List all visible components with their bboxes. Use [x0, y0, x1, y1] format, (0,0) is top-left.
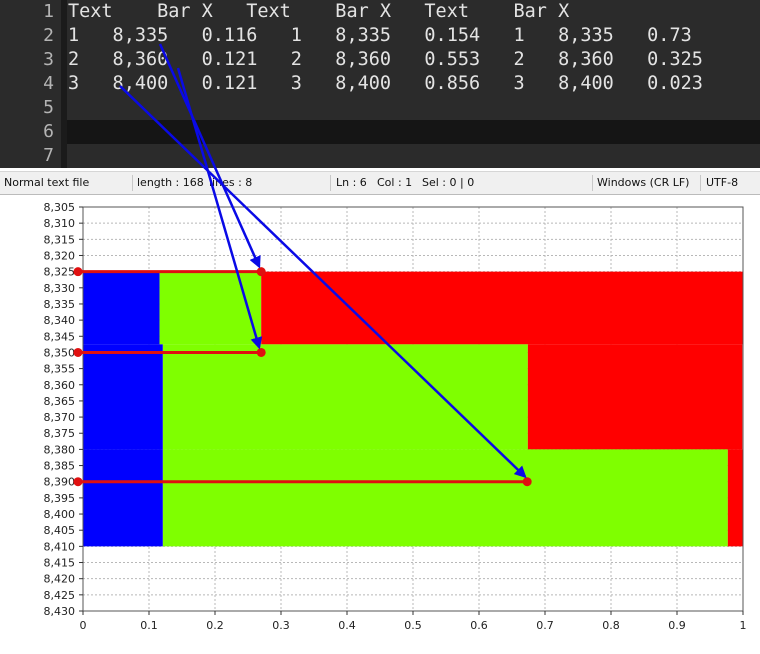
y-tick-label: 8,405: [44, 524, 76, 537]
line-number: 2: [43, 25, 54, 46]
y-tick-label: 8,340: [44, 314, 76, 327]
y-tick-label: 8,375: [44, 427, 76, 440]
x-tick-label: 0.4: [338, 619, 356, 632]
y-tick-label: 8,380: [44, 443, 76, 456]
y-tick-label: 8,350: [44, 346, 76, 359]
text-editor[interactable]: 1 2 3 4 5 6 7 Text Bar X Text Bar X Text…: [0, 0, 760, 168]
length-label: length : 168: [137, 176, 204, 189]
x-tick-label: 0.1: [140, 619, 158, 632]
status-divider: [700, 175, 701, 191]
x-tick-label: 0.7: [536, 619, 554, 632]
annotation-dot: [73, 347, 83, 357]
y-tick-label: 8,345: [44, 330, 76, 343]
bar-segment: [159, 271, 262, 345]
y-tick-label: 8,320: [44, 249, 76, 262]
x-tick-label: 0.8: [602, 619, 620, 632]
y-tick-label: 8,325: [44, 266, 76, 279]
line-number: 7: [43, 145, 54, 166]
code-line[interactable]: 3 8,400 0.121 3 8,400 0.856 3 8,400 0.02…: [68, 72, 703, 96]
annotation-dot: [73, 477, 83, 487]
y-tick-label: 8,410: [44, 540, 76, 553]
line-number: 4: [43, 73, 54, 94]
y-tick-label: 8,400: [44, 508, 76, 521]
x-tick-label: 0.3: [272, 619, 290, 632]
y-tick-label: 8,355: [44, 363, 76, 376]
y-tick-label: 8,335: [44, 298, 76, 311]
x-tick-label: 0.9: [668, 619, 686, 632]
col-label: Col : 1: [377, 176, 413, 189]
annotation-dot: [256, 347, 266, 357]
y-tick-label: 8,390: [44, 476, 76, 489]
bar-segment: [727, 449, 743, 547]
code-line[interactable]: 2 8,360 0.121 2 8,360 0.553 2 8,360 0.32…: [68, 48, 703, 72]
y-tick-label: 8,310: [44, 217, 76, 230]
ln-label: Ln : 6: [336, 176, 367, 189]
status-bar: Normal text file length : 168 lines : 8 …: [0, 171, 760, 194]
code-line[interactable]: Text Bar X Text Bar X Text Bar X: [68, 0, 569, 24]
x-tick-label: 0: [80, 619, 87, 632]
current-line-highlight: [67, 120, 760, 144]
bar-segment: [83, 271, 160, 345]
stacked-bar-chart: 8,305 8,310 8,315 8,320 8,325 8,330 8,335 8,340…: [44, 201, 747, 632]
line-number: 5: [43, 97, 54, 118]
bar-segment: [83, 344, 163, 450]
y-tick-label: 8,365: [44, 395, 76, 408]
y-tick-label: 8,425: [44, 589, 76, 602]
y-tick-label: 8,370: [44, 411, 76, 424]
line-number: 1: [43, 1, 54, 22]
y-tick-label: 8,315: [44, 233, 76, 246]
encoding-label[interactable]: UTF-8: [702, 172, 760, 194]
y-tick-label: 8,330: [44, 282, 76, 295]
x-tick-label: 1: [740, 619, 747, 632]
annotation-dot: [73, 267, 83, 277]
annotation-dot: [256, 267, 266, 277]
y-tick-label: 8,395: [44, 492, 76, 505]
y-tick-label: 8,415: [44, 557, 76, 570]
status-divider: [330, 175, 331, 191]
line-number: 6: [43, 121, 54, 142]
x-tick-label: 0.6: [470, 619, 488, 632]
y-tick-label: 8,360: [44, 379, 76, 392]
x-tick-label: 0.2: [206, 619, 224, 632]
eol-format[interactable]: Windows (CR LF): [593, 172, 698, 194]
bar-segment: [162, 449, 728, 547]
line-number-gutter: 1 2 3 4 5 6 7: [6, 0, 58, 168]
code-line[interactable]: 1 8,335 0.116 1 8,335 0.154 1 8,335 0.73: [68, 24, 692, 48]
bar-segment: [527, 344, 743, 450]
annotation-dot: [522, 477, 532, 487]
chart-panel: 8,305 8,310 8,315 8,320 8,325 8,330 8,335 8,340…: [0, 194, 760, 654]
lines-label: lines : 8: [209, 176, 253, 189]
bar-segment: [162, 344, 528, 450]
y-tick-label: 8,305: [44, 201, 76, 214]
y-tick-label: 8,385: [44, 460, 76, 473]
selection-label: Sel : 0 | 0: [422, 176, 475, 189]
bar-segment: [261, 271, 743, 345]
bar-segment: [83, 449, 163, 547]
y-tick-label: 8,420: [44, 573, 76, 586]
x-tick-label: 0.5: [404, 619, 422, 632]
file-type-label: Normal text file: [4, 176, 90, 189]
line-number: 3: [43, 49, 54, 70]
y-tick-label: 8,430: [44, 605, 76, 618]
